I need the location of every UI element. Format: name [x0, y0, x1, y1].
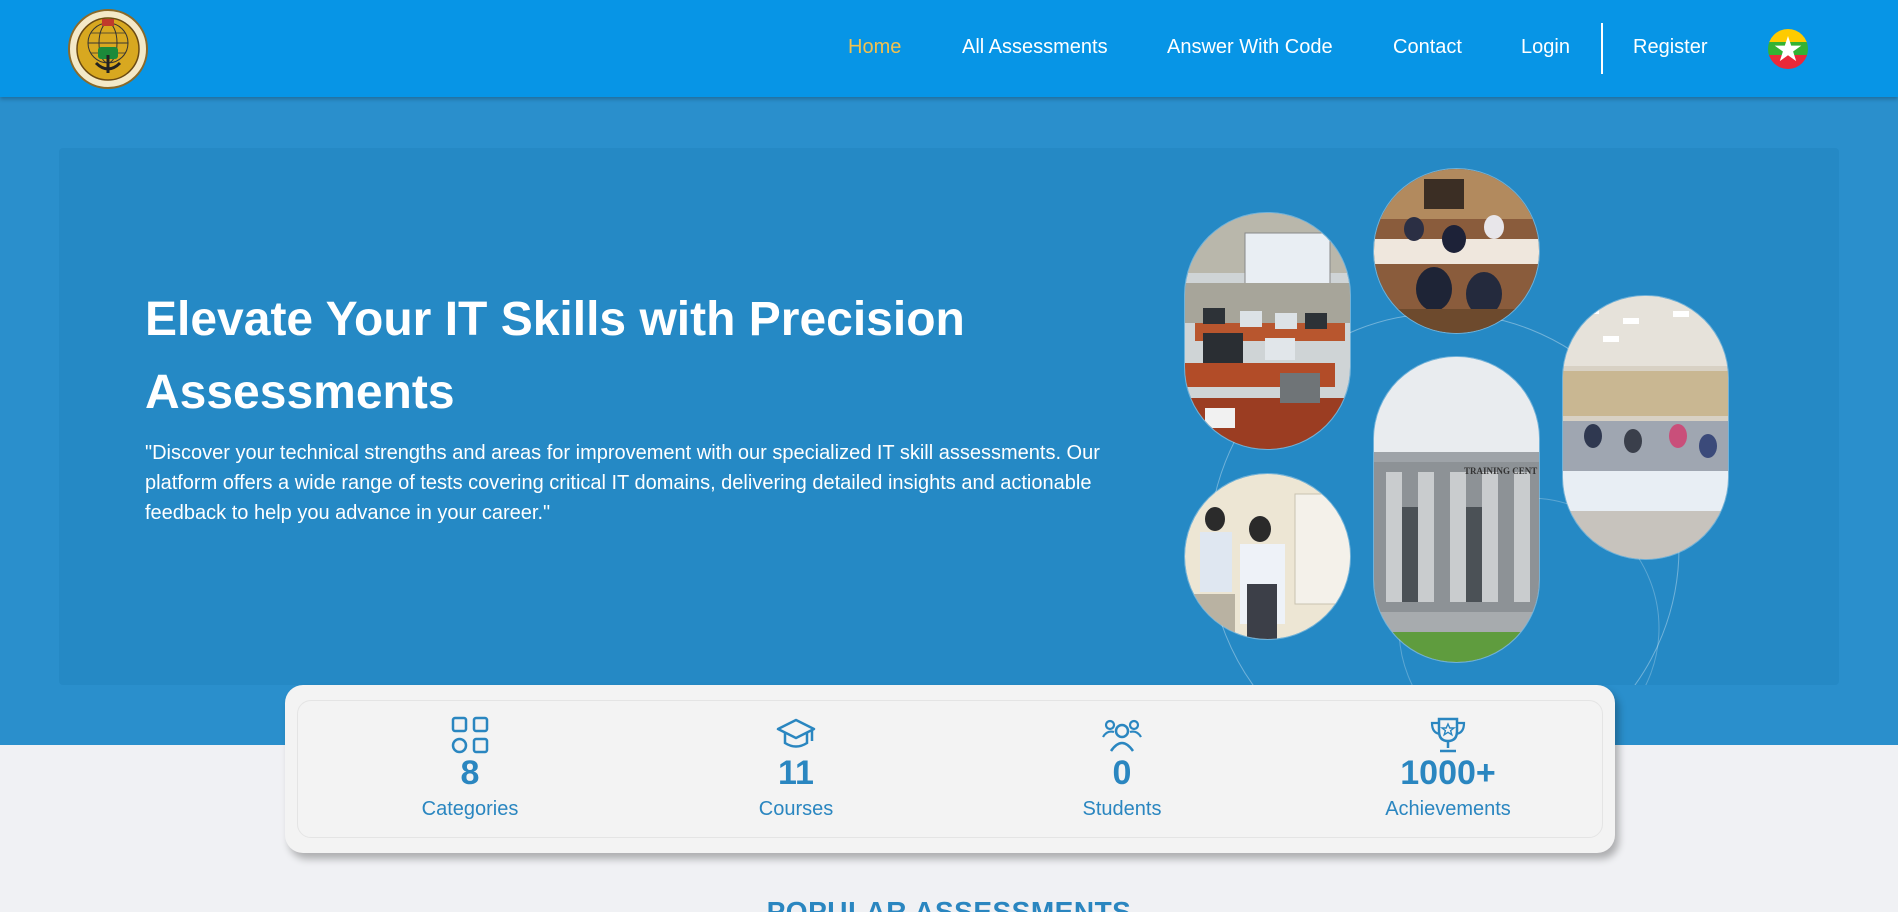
stat-achievements-value: 1000+ — [1400, 754, 1496, 792]
navbar: Home All Assessments Answer With Code Co… — [0, 0, 1898, 97]
stat-categories: 8 Categories — [360, 715, 580, 822]
nav-contact-link[interactable]: Contact — [1393, 36, 1462, 59]
presentation-photo — [1184, 473, 1351, 640]
training-centre-building-photo: TRAINING CENT — [1373, 356, 1540, 663]
stat-courses-label: Courses — [758, 798, 834, 820]
nav-all-assessments-link[interactable]: All Assessments — [962, 36, 1108, 59]
stats-panel: 8 Categories 11 Courses 0 Students 1000+… — [285, 685, 1615, 853]
stat-students: 0 Students — [1012, 715, 1232, 822]
stat-achievements: 1000+ Achievements — [1338, 715, 1558, 822]
myanmar-flag-icon[interactable] — [1768, 29, 1808, 69]
stat-students-label: Students — [1082, 798, 1162, 820]
nav-divider — [1601, 23, 1603, 74]
stat-categories-label: Categories — [421, 798, 519, 820]
stat-students-value: 0 — [1112, 754, 1132, 792]
students-icon — [1102, 719, 1142, 752]
stat-courses: 11 Courses — [686, 715, 906, 822]
nav-register-link[interactable]: Register — [1633, 36, 1707, 59]
nav-answer-with-code-link[interactable]: Answer With Code — [1167, 36, 1333, 59]
stat-courses-value: 11 — [778, 754, 814, 792]
hero-title: Elevate Your IT Skills with Precision As… — [145, 293, 965, 419]
hero-description: "Discover your technical strengths and a… — [145, 442, 1100, 524]
nav-login-link[interactable]: Login — [1521, 36, 1570, 59]
conference-room-photo — [1562, 295, 1729, 560]
nav-home-link[interactable]: Home — [848, 36, 901, 59]
popular-assessments-heading: POPULAR ASSESSMENTS — [766, 896, 1132, 912]
graduation-cap-icon — [776, 718, 816, 748]
stat-achievements-label: Achievements — [1385, 798, 1511, 820]
computer-lab-photo — [1184, 212, 1351, 450]
meeting-photo — [1373, 168, 1540, 334]
categories-icon — [451, 716, 489, 754]
building-sign-text: TRAINING CENT — [1464, 466, 1537, 476]
stat-categories-value: 8 — [460, 754, 480, 792]
nav-menu: Home All Assessments Answer With Code Co… — [0, 0, 1898, 97]
trophy-icon — [1430, 717, 1466, 753]
